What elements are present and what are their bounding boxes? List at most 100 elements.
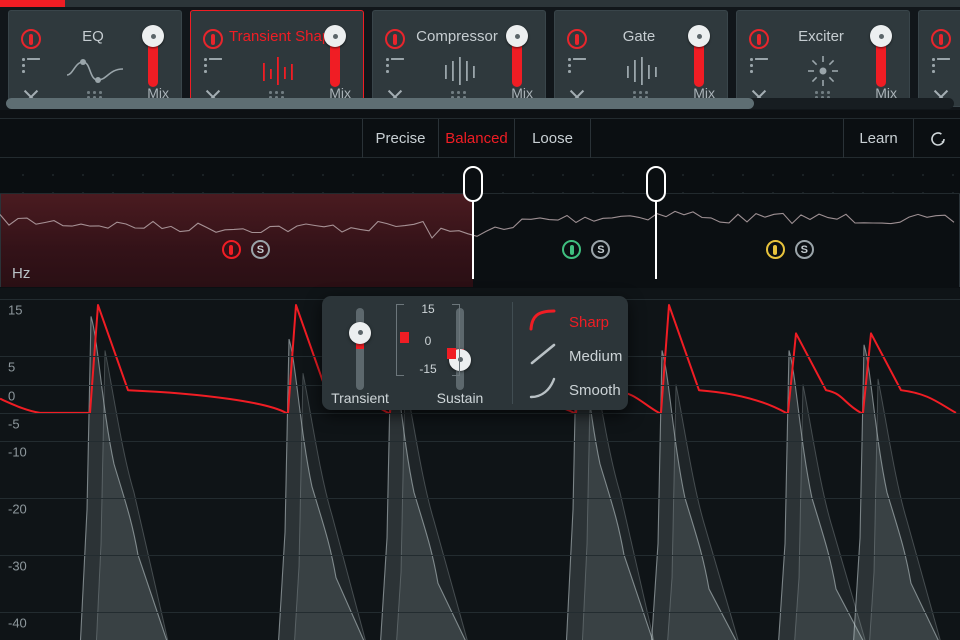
module-title: Compressor	[416, 28, 498, 45]
module-menu-icon[interactable]	[386, 58, 404, 74]
envelope-hit-secondary	[869, 378, 941, 640]
mode-button-loose[interactable]: Loose	[515, 119, 591, 158]
eq-curve-icon	[65, 55, 125, 92]
module-slot-gate[interactable]: Gate Mix	[554, 10, 728, 107]
band-power-button-1[interactable]	[221, 240, 241, 259]
crossover-handle-1[interactable]	[463, 166, 483, 202]
module-menu-icon[interactable]	[22, 58, 40, 74]
gate-bars-icon	[611, 55, 671, 92]
module-menu-icon[interactable]	[204, 58, 222, 74]
module-slot-transient-shaper[interactable]: Transient Shaper Mix	[190, 10, 364, 107]
crossover-line-1	[472, 194, 474, 279]
curve-sharp-icon	[528, 308, 558, 337]
reset-circular-arrow-icon[interactable]	[928, 129, 948, 149]
slider-track	[356, 308, 364, 390]
tab-strip	[0, 0, 960, 7]
transient-slider[interactable]	[349, 308, 371, 390]
crossover-line-2	[655, 194, 657, 279]
spectrum-panel: S S S Hz	[0, 158, 960, 288]
grid-line	[0, 611, 960, 613]
band-solo-button-3[interactable]: S	[794, 240, 814, 259]
rack-scrollbar-thumb[interactable]	[6, 98, 754, 109]
module-title: Exciter	[798, 28, 844, 45]
toolbar: Precise Balanced Loose Learn	[0, 118, 960, 158]
module-menu-icon[interactable]	[932, 58, 950, 74]
module-power-button[interactable]	[749, 29, 769, 49]
crossover-handle-2[interactable]	[646, 166, 666, 202]
band-power-button-3[interactable]	[765, 240, 785, 259]
rack-scrollbar[interactable]	[6, 98, 954, 109]
curve-smooth-icon	[528, 376, 558, 405]
module-title: EQ	[82, 28, 104, 45]
mode-button-precise[interactable]: Precise	[363, 119, 439, 158]
toolbar-spacer	[591, 119, 844, 158]
module-menu-icon[interactable]	[750, 58, 768, 74]
module-rack: EQ MixTransient Shaper MixCompressor Mix…	[0, 7, 960, 110]
scale-tick-sustain	[447, 348, 456, 359]
envelope-hit-secondary	[667, 384, 739, 640]
module-power-button[interactable]	[931, 29, 951, 49]
scale-max: 15	[421, 302, 435, 316]
module-mix-fader[interactable]	[688, 25, 710, 87]
plugin-window: EQ MixTransient Shaper MixCompressor Mix…	[0, 0, 960, 640]
scale-tick-transient	[400, 332, 409, 343]
y-axis-tick-label: -30	[8, 558, 27, 574]
module-power-button[interactable]	[21, 29, 41, 49]
module-title: Transient Shaper	[229, 28, 325, 45]
module-slot-eq[interactable]: EQ Mix	[8, 10, 182, 107]
curve-medium-icon	[528, 342, 558, 371]
band-solo-button-1[interactable]: S	[250, 240, 270, 259]
slider-knob[interactable]	[349, 321, 371, 344]
module-menu-icon[interactable]	[568, 58, 586, 74]
band-controls-1: S	[221, 240, 270, 259]
module-power-button[interactable]	[203, 29, 223, 49]
y-axis-tick-label: 5	[8, 359, 16, 375]
transient-slider-label: Transient	[331, 390, 389, 406]
scale-min: -15	[419, 362, 437, 376]
module-slot-exciter[interactable]: Exciter Mix	[736, 10, 910, 107]
module-mix-fader[interactable]	[142, 25, 164, 87]
envelope-hit-secondary	[95, 350, 169, 640]
exciter-star-icon	[793, 55, 853, 92]
module-mix-fader[interactable]	[870, 25, 892, 87]
y-axis-tick-label: 15	[8, 302, 23, 318]
module-mix-fader[interactable]	[324, 25, 346, 87]
grid-line	[0, 412, 960, 414]
y-axis-tick-label: -5	[8, 416, 20, 432]
y-axis-tick-label: -40	[8, 615, 27, 631]
transient-bars-icon	[247, 55, 307, 92]
module-power-button[interactable]	[567, 29, 587, 49]
frequency-axis-label: Hz	[12, 265, 31, 282]
y-axis-tick-label: -10	[8, 444, 27, 460]
curve-option-label: Smooth	[569, 381, 621, 399]
y-axis-tick-label: -20	[8, 501, 27, 517]
band-frame-edge	[0, 194, 1, 287]
module-mix-fader[interactable]	[506, 25, 528, 87]
module-title: Gate	[622, 28, 656, 45]
curve-option-smooth[interactable]: Smooth	[528, 373, 621, 407]
module-slot-compressor[interactable]: Compressor Mix	[372, 10, 546, 107]
curve-option-medium[interactable]: Medium	[528, 339, 622, 373]
mode-button-balanced[interactable]: Balanced	[439, 119, 515, 158]
popup-divider	[512, 302, 513, 404]
value-scale: 15 0 -15	[396, 302, 460, 376]
transient-shaper-popup: Transient Sustain 15 0 -15 Sharp Medium Smooth	[322, 296, 628, 410]
grid-line	[0, 498, 960, 500]
band-solo-button-2[interactable]: S	[591, 240, 611, 259]
active-tab-indicator[interactable]	[0, 0, 65, 7]
band-power-button-2[interactable]	[562, 240, 582, 259]
envelope-hit-secondary	[396, 378, 468, 640]
grid-line	[0, 554, 960, 556]
learn-button[interactable]: Learn	[844, 119, 914, 158]
curve-option-label: Medium	[569, 347, 623, 365]
band-controls-3: S	[765, 240, 814, 259]
module-power-button[interactable]	[385, 29, 405, 49]
curve-option-sharp[interactable]: Sharp	[528, 305, 609, 339]
curve-option-label: Sharp	[569, 313, 610, 331]
y-axis-tick-label: 0	[8, 388, 16, 403]
compressor-bars-icon	[429, 55, 489, 92]
band-row: S S S	[0, 194, 960, 287]
grid-line	[0, 441, 960, 443]
module-slot-empty[interactable]	[918, 10, 960, 107]
band-controls-2: S	[562, 240, 611, 259]
